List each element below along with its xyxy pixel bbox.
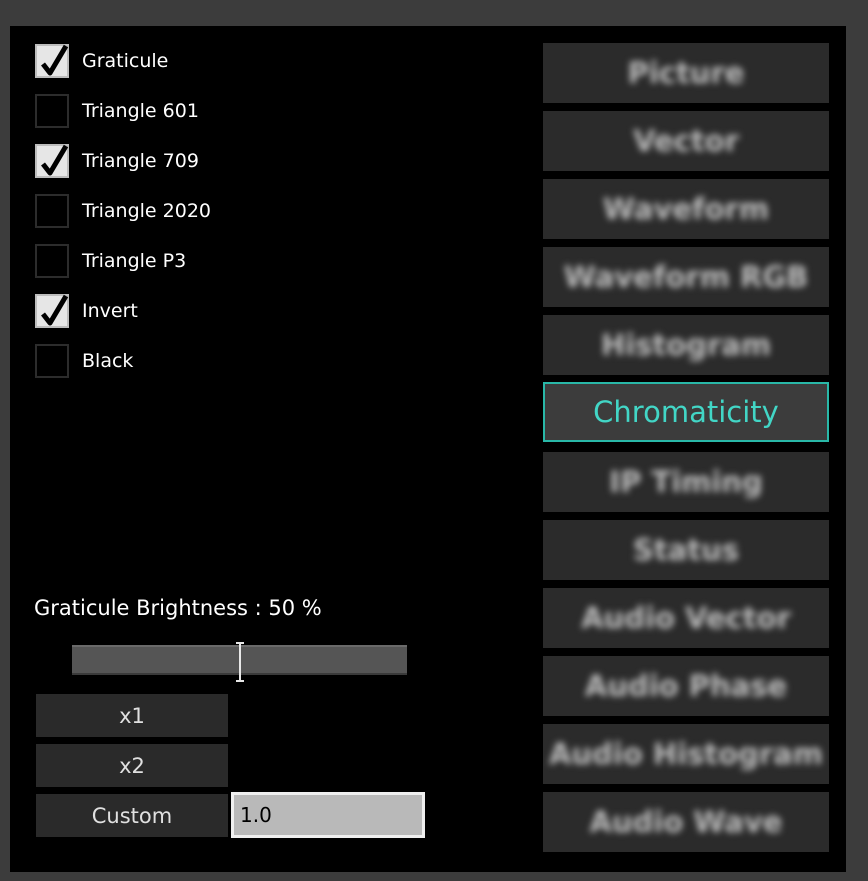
checkbox-label: Triangle 709 <box>82 150 199 172</box>
view-vector-button[interactable]: Vector <box>543 111 829 171</box>
checkbox-label: Triangle P3 <box>82 250 187 272</box>
view-button-label: Audio Phase <box>584 669 788 703</box>
view-chromaticity-button[interactable]: Chromaticity <box>543 382 829 442</box>
checkbox-label: Triangle 2020 <box>82 200 212 222</box>
checkbox-box[interactable] <box>35 344 69 378</box>
checkbox-triangle-601[interactable]: Triangle 601 <box>35 92 335 130</box>
graticule-brightness-slider[interactable] <box>72 642 407 682</box>
view-button-label: Histogram <box>600 328 772 362</box>
checkbox-triangle-709[interactable]: Triangle 709 <box>35 142 335 180</box>
checkbox-triangle-2020[interactable]: Triangle 2020 <box>35 192 335 230</box>
checkbox-box[interactable] <box>35 44 69 78</box>
checkbox-graticule[interactable]: Graticule <box>35 42 335 80</box>
checkbox-label: Triangle 601 <box>82 100 199 122</box>
scale-x2-button[interactable]: x2 <box>36 744 228 787</box>
view-audio-histogram-button[interactable]: Audio Histogram <box>543 724 829 784</box>
checkbox-label: Graticule <box>82 50 169 72</box>
view-ip-timing-button[interactable]: IP Timing <box>543 452 829 512</box>
view-button-label: Chromaticity <box>593 395 779 429</box>
view-button-label: Picture <box>627 56 745 90</box>
view-histogram-button[interactable]: Histogram <box>543 315 829 375</box>
view-button-label: Status <box>632 533 740 567</box>
view-button-label: Audio Histogram <box>549 737 823 771</box>
view-button-label: Audio Wave <box>589 805 783 839</box>
checkbox-box[interactable] <box>35 94 69 128</box>
checkbox-box[interactable] <box>35 144 69 178</box>
view-button-label: Audio Vector <box>581 601 791 635</box>
view-waveform-button[interactable]: Waveform <box>543 179 829 239</box>
checkbox-label: Black <box>82 350 134 372</box>
checkbox-triangle-p3[interactable]: Triangle P3 <box>35 242 335 280</box>
checkbox-label: Invert <box>82 300 138 322</box>
view-audio-vector-button[interactable]: Audio Vector <box>543 588 829 648</box>
checkbox-box[interactable] <box>35 294 69 328</box>
checkmark-icon <box>41 294 69 326</box>
checkmark-icon <box>41 144 69 176</box>
checkbox-invert[interactable]: Invert <box>35 292 335 330</box>
view-button-label: Waveform RGB <box>563 260 809 294</box>
checkbox-black[interactable]: Black <box>35 342 335 380</box>
view-button-label: IP Timing <box>609 465 763 499</box>
view-button-label: Vector <box>633 124 739 158</box>
view-picture-button[interactable]: Picture <box>543 43 829 103</box>
checkbox-box[interactable] <box>35 194 69 228</box>
view-audio-phase-button[interactable]: Audio Phase <box>543 656 829 716</box>
view-audio-wave-button[interactable]: Audio Wave <box>543 792 829 852</box>
custom-scale-input[interactable] <box>231 792 425 838</box>
view-button-label: Waveform <box>602 192 770 226</box>
graticule-brightness-label: Graticule Brightness : 50 % <box>34 596 322 620</box>
view-waveform-rgb-button[interactable]: Waveform RGB <box>543 247 829 307</box>
slider-handle[interactable] <box>235 641 245 683</box>
view-status-button[interactable]: Status <box>543 520 829 580</box>
checkmark-icon <box>41 44 69 76</box>
scope-settings-panel: Graticule Triangle 601 Triangle 709 Tria… <box>10 26 846 872</box>
scale-custom-button[interactable]: Custom <box>36 794 228 837</box>
checkbox-box[interactable] <box>35 244 69 278</box>
scale-x1-button[interactable]: x1 <box>36 694 228 737</box>
